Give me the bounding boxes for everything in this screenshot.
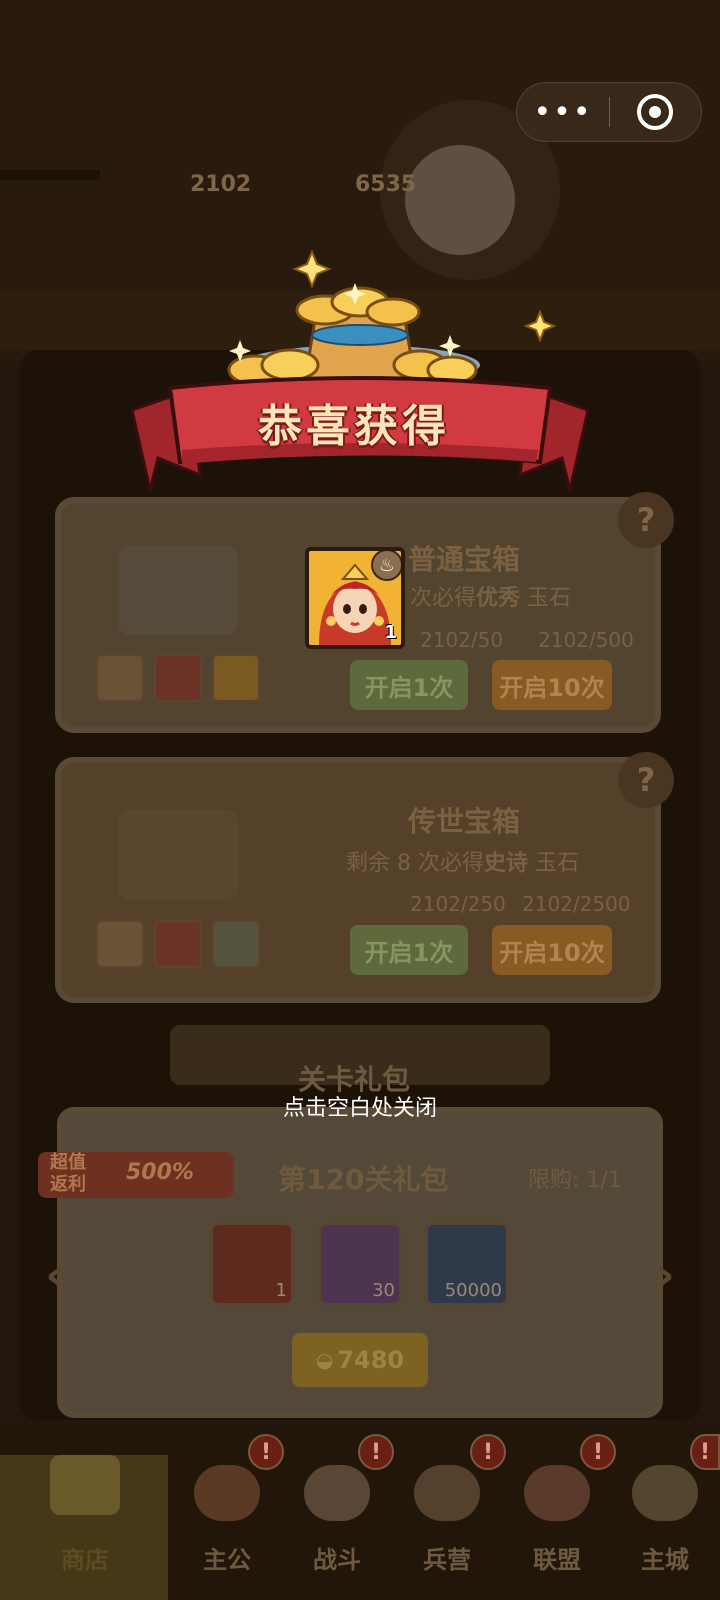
pack-prev-arrow-icon[interactable]: ‹ <box>30 1240 80 1310</box>
reward-banner <box>130 249 590 491</box>
common-reward-slot <box>96 654 144 702</box>
legend-open-once-button[interactable]: 开启1次 <box>350 925 468 975</box>
pack-item-chest[interactable]: 1 <box>210 1222 294 1306</box>
common-reward-slot <box>154 654 202 702</box>
common-open-once-button[interactable]: 开启1次 <box>350 660 468 710</box>
tab-lord[interactable]: 主公 <box>172 1455 282 1595</box>
close-hint[interactable]: 点击空白处关闭 <box>0 1090 720 1122</box>
tab-alliance[interactable]: 联盟 <box>502 1455 612 1595</box>
legend-chest-desc: 剩余 8 次必得史诗 玉石 <box>346 851 580 876</box>
capsule-divider <box>609 97 610 127</box>
legend-chest-cost-one: 2102/250 <box>410 892 506 916</box>
value-tag: 超值 返利 500% <box>38 1152 234 1198</box>
legend-chest-cost-ten: 2102/2500 <box>522 892 631 916</box>
legend-reward-slot <box>154 920 202 968</box>
shop-icon <box>50 1455 120 1515</box>
common-chest-cost-one: 2102/50 <box>420 628 504 652</box>
barracks-icon <box>414 1465 480 1521</box>
common-open-ten-button[interactable]: 开启10次 <box>492 660 612 710</box>
ingot-icon: ◒ <box>315 1348 334 1372</box>
common-chest-cost-ten: 2102/500 <box>538 628 634 652</box>
bottom-nav: 商店 主公 战斗 兵营 联盟 主城 ! ! ! ! ! <box>0 1434 720 1600</box>
pack-item-count: 50000 <box>444 1280 502 1301</box>
battle-alert-badge: ! <box>358 1434 394 1470</box>
value-tag-percent: 500% <box>126 1160 194 1185</box>
more-menu-icon[interactable]: ••• <box>517 83 609 141</box>
common-reward-slot <box>212 654 260 702</box>
city-alert-badge: ! <box>690 1434 720 1470</box>
common-chest-desc: 次必得优秀 玉石 <box>410 586 572 611</box>
miniprogram-capsule: ••• <box>516 82 702 142</box>
legend-reward-slot <box>212 920 260 968</box>
tab-barracks[interactable]: 兵营 <box>392 1455 502 1595</box>
fire-element-icon: ♨ <box>371 551 401 581</box>
pack-next-arrow-icon[interactable]: › <box>640 1240 690 1310</box>
tab-shop[interactable]: 商店 <box>30 1455 140 1595</box>
alliance-alert-badge: ! <box>580 1434 616 1470</box>
pack-buy-button[interactable]: ◒ 7480 <box>292 1333 428 1387</box>
tab-battle[interactable]: 战斗 <box>282 1455 392 1595</box>
common-chest-title: 普通宝箱 <box>408 543 521 576</box>
alliance-icon <box>524 1465 590 1521</box>
pack-item-count: 30 <box>372 1280 395 1301</box>
legend-chest-help-button[interactable]: ? <box>618 752 674 808</box>
modal-title: 恭喜获得 <box>258 401 450 452</box>
lord-alert-badge: ! <box>248 1434 284 1470</box>
pack-item-count: 1 <box>275 1280 287 1301</box>
reward-count: 1 <box>384 622 397 643</box>
pack-item-fox[interactable]: 30 <box>318 1222 402 1306</box>
pack-item-coin[interactable]: 50000 <box>425 1222 509 1306</box>
reward-hero-card[interactable]: ♨ 1 <box>305 547 405 649</box>
legend-open-ten-button[interactable]: 开启10次 <box>492 925 612 975</box>
barracks-alert-badge: ! <box>470 1434 506 1470</box>
value-tag-line2: 返利 <box>50 1174 86 1195</box>
lord-icon <box>194 1465 260 1521</box>
city-icon <box>632 1465 698 1521</box>
close-miniprogram-icon[interactable] <box>637 94 673 130</box>
tab-city[interactable]: 主城 <box>610 1455 720 1595</box>
common-chest-help-button[interactable]: ? <box>618 492 674 548</box>
legend-chest-title: 传世宝箱 <box>408 805 521 838</box>
legend-reward-slot <box>96 920 144 968</box>
silver-currency-value: 2102 <box>190 172 252 197</box>
stage-pack-limit: 限购: 1/1 <box>528 1168 622 1193</box>
battle-icon <box>304 1465 370 1521</box>
coin-currency-value: 6535 <box>355 172 417 197</box>
stage-pack-name: 第120关礼包 <box>278 1163 449 1196</box>
